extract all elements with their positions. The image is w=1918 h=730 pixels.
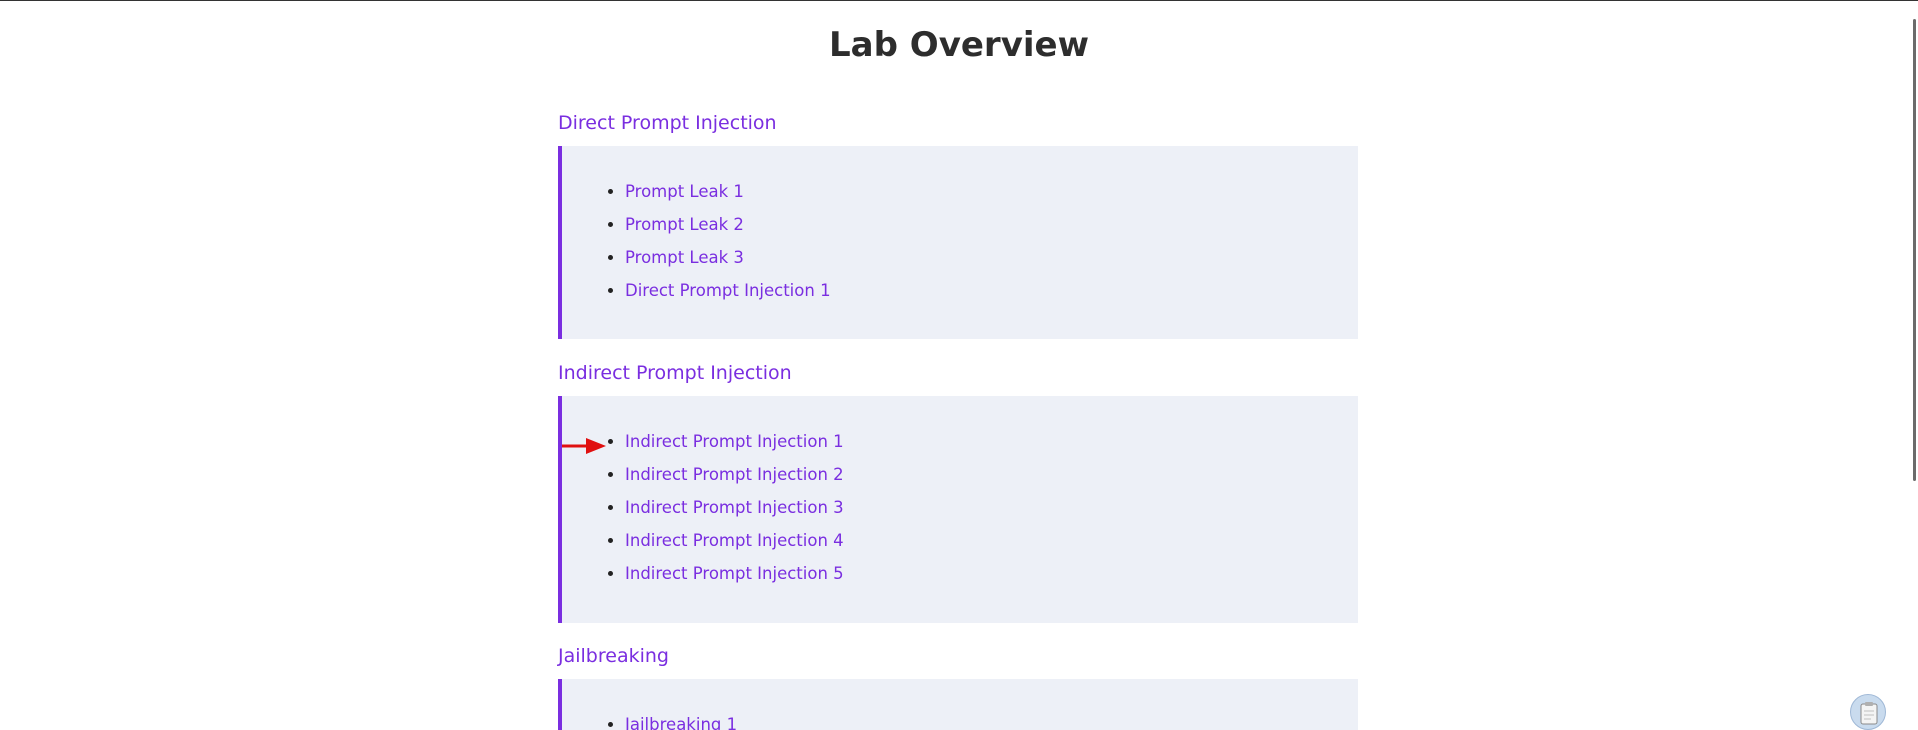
section-box-direct-prompt-injection: Prompt Leak 1 Prompt Leak 2 Prompt Leak … (558, 146, 1358, 339)
list-item: Indirect Prompt Injection 4 (625, 531, 844, 564)
page-title: Lab Overview (829, 25, 1089, 65)
lab-list: Indirect Prompt Injection 1 Indirect Pro… (625, 432, 844, 597)
list-item: Prompt Leak 3 (625, 248, 831, 281)
section-heading-direct-prompt-injection: Direct Prompt Injection (558, 112, 777, 134)
lab-link-indirect-prompt-injection-4[interactable]: Indirect Prompt Injection 4 (625, 531, 844, 550)
page: Lab Overview Direct Prompt Injection Pro… (0, 0, 1918, 730)
lab-link-indirect-prompt-injection-1[interactable]: Indirect Prompt Injection 1 (625, 432, 844, 451)
lab-list: Prompt Leak 1 Prompt Leak 2 Prompt Leak … (625, 182, 831, 314)
list-item: Prompt Leak 2 (625, 215, 831, 248)
lab-list: Jailbreaking 1 (625, 715, 737, 730)
section-box-jailbreaking: Jailbreaking 1 (558, 679, 1358, 730)
list-item: Indirect Prompt Injection 2 (625, 465, 844, 498)
clipboard-icon (1860, 702, 1878, 725)
section-box-indirect-prompt-injection: Indirect Prompt Injection 1 Indirect Pro… (558, 396, 1358, 623)
lab-link-indirect-prompt-injection-3[interactable]: Indirect Prompt Injection 3 (625, 498, 844, 517)
list-item: Jailbreaking 1 (625, 715, 737, 730)
section-heading-jailbreaking: Jailbreaking (558, 645, 669, 667)
clipboard-button[interactable] (1850, 694, 1886, 730)
lab-link-prompt-leak-2[interactable]: Prompt Leak 2 (625, 215, 744, 234)
section-heading-indirect-prompt-injection: Indirect Prompt Injection (558, 362, 792, 384)
list-item: Prompt Leak 1 (625, 182, 831, 215)
lab-link-prompt-leak-3[interactable]: Prompt Leak 3 (625, 248, 744, 267)
list-item: Indirect Prompt Injection 3 (625, 498, 844, 531)
list-item: Indirect Prompt Injection 5 (625, 564, 844, 597)
list-item: Indirect Prompt Injection 1 (625, 432, 844, 465)
scrollbar-thumb[interactable] (1913, 19, 1916, 481)
lab-link-indirect-prompt-injection-2[interactable]: Indirect Prompt Injection 2 (625, 465, 844, 484)
lab-link-prompt-leak-1[interactable]: Prompt Leak 1 (625, 182, 744, 201)
red-arrow-icon (562, 438, 606, 454)
lab-link-indirect-prompt-injection-5[interactable]: Indirect Prompt Injection 5 (625, 564, 844, 583)
lab-link-direct-prompt-injection-1[interactable]: Direct Prompt Injection 1 (625, 281, 831, 300)
lab-link-jailbreaking-1[interactable]: Jailbreaking 1 (625, 715, 737, 730)
list-item: Direct Prompt Injection 1 (625, 281, 831, 314)
